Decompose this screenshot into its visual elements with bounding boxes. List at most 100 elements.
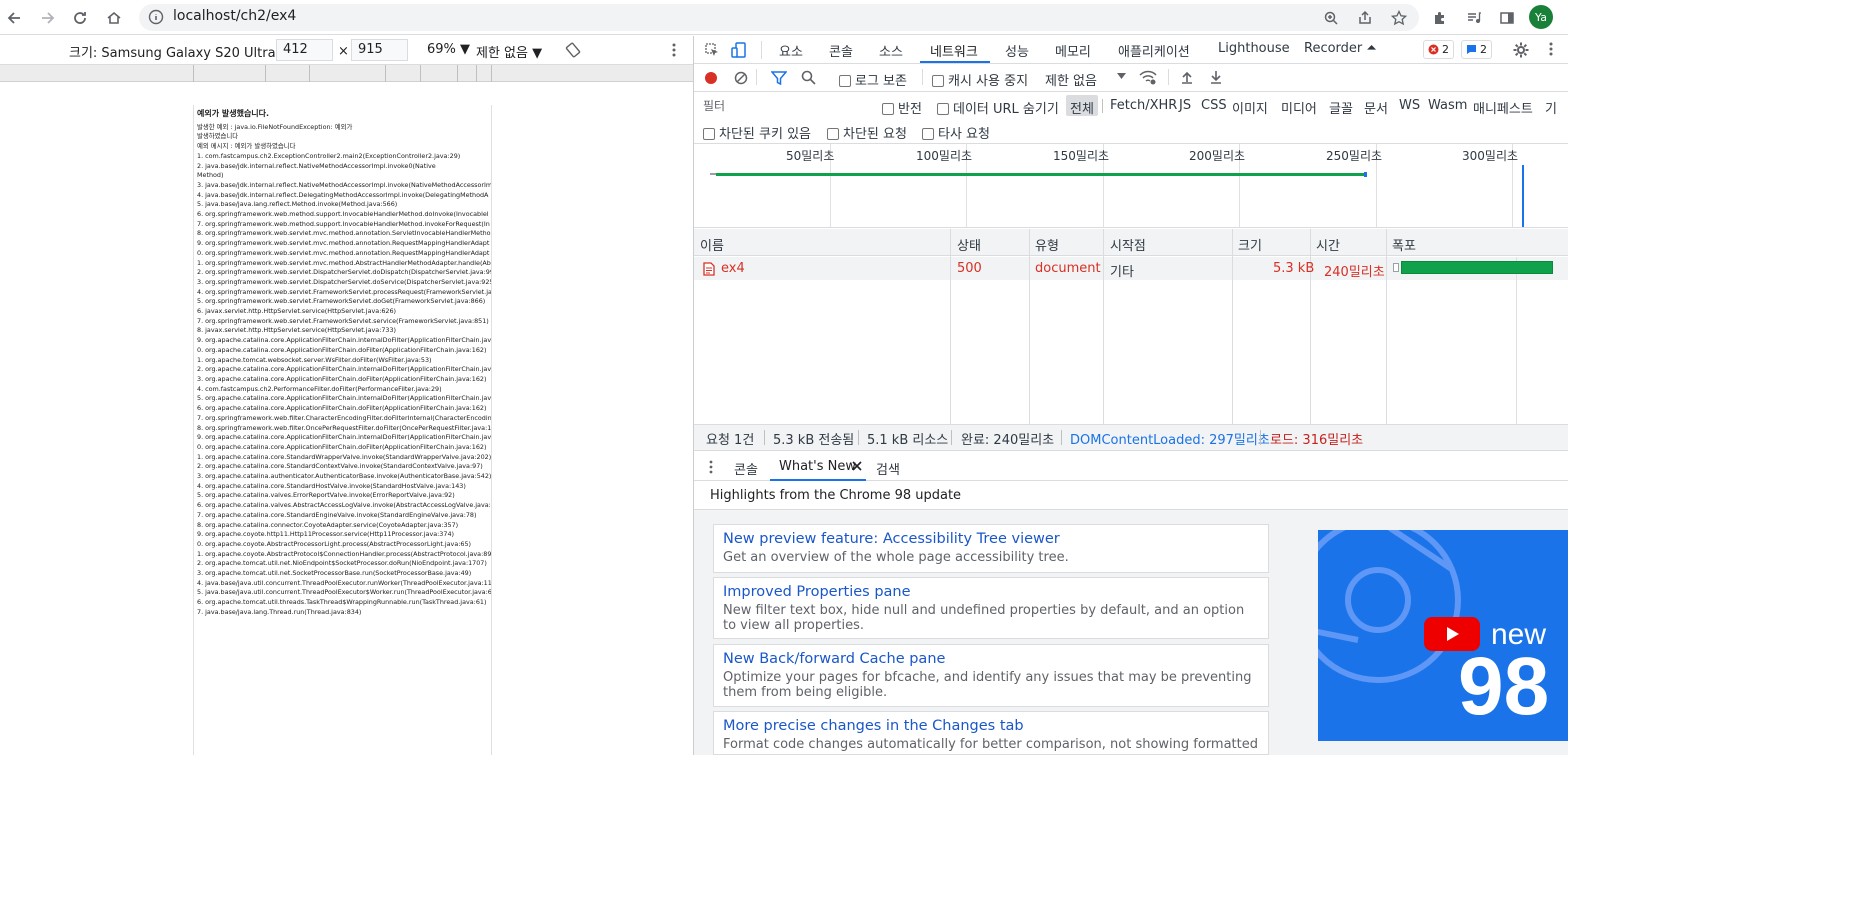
disable-cache-checkbox[interactable]: 캐시 사용 중지 [932, 70, 1028, 89]
error-page: 예외가 발생했습니다. 발생한 예외 : java.io.FileNotFoun… [193, 105, 492, 755]
settings-gear-icon[interactable] [1512, 41, 1530, 59]
tab-memory[interactable]: 메모리 [1055, 41, 1091, 60]
feature-card-title[interactable]: Improved Properties pane [723, 583, 1259, 601]
device-height-input[interactable]: 915 [351, 39, 408, 61]
search-icon[interactable] [801, 70, 816, 85]
hide-data-urls-checkbox[interactable]: 데이터 URL 숨기기 [937, 98, 1059, 117]
filter-type-css[interactable]: CSS [1201, 98, 1227, 113]
media-query-ruler[interactable] [0, 65, 693, 82]
site-info-icon[interactable] [148, 9, 164, 25]
stack-trace-line: 3. org.apache.catalina.authenticator.Aut… [197, 472, 492, 481]
address-bar[interactable] [139, 4, 1419, 31]
column-header-status[interactable]: 상태 [957, 235, 981, 254]
share-icon[interactable] [1353, 6, 1377, 30]
column-header-waterfall[interactable]: 폭포 [1392, 235, 1416, 254]
waterfall-bar[interactable] [1401, 261, 1553, 274]
request-name[interactable]: ex4 [721, 261, 745, 276]
drawer-tab-console[interactable]: 콘솔 [734, 459, 758, 478]
back-icon[interactable] [3, 6, 27, 30]
profile-avatar[interactable]: Ya [1529, 5, 1553, 29]
network-throttle-select[interactable]: 제한 없음 [1045, 70, 1097, 89]
feature-card[interactable]: More precise changes in the Changes tab … [713, 711, 1269, 755]
column-divider[interactable] [1232, 229, 1233, 424]
column-divider[interactable] [1386, 229, 1387, 424]
tab-network[interactable]: 네트워크 [930, 41, 978, 60]
filter-icon[interactable] [771, 71, 787, 85]
feature-card-title[interactable]: More precise changes in the Changes tab [723, 717, 1259, 735]
side-panel-icon[interactable] [1495, 6, 1519, 30]
close-tab-icon[interactable] [852, 461, 862, 471]
message-icon [1466, 44, 1477, 55]
timeline-tick-label: 150밀리초 [1053, 149, 1110, 163]
extensions-icon[interactable] [1428, 6, 1452, 30]
home-icon[interactable] [102, 6, 126, 30]
preserve-log-checkbox[interactable]: 로그 보존 [839, 70, 907, 89]
third-party-checkbox[interactable]: 타사 요청 [922, 123, 990, 142]
column-divider[interactable] [1310, 229, 1311, 424]
filter-type-font[interactable]: 글꼴 [1329, 98, 1353, 117]
filter-type-js[interactable]: JS [1179, 98, 1191, 113]
column-divider[interactable] [1103, 229, 1104, 424]
drawer-menu-icon[interactable] [707, 460, 715, 474]
rotate-icon[interactable] [565, 42, 581, 58]
forward-icon[interactable] [35, 6, 59, 30]
tab-performance[interactable]: 성능 [1005, 41, 1029, 60]
filter-type-manifest[interactable]: 매니페스트 [1473, 98, 1533, 117]
request-initiator: 기타 [1110, 265, 1134, 280]
url-text[interactable]: localhost/ch2/ex4 [173, 8, 296, 24]
message-count-badge[interactable]: 2 [1461, 40, 1492, 59]
tab-recorder[interactable]: Recorder ⏶ [1304, 41, 1377, 56]
column-header-size[interactable]: 크기 [1238, 235, 1262, 254]
inspect-element-icon[interactable] [704, 42, 720, 58]
media-controls-icon[interactable] [1462, 6, 1486, 30]
feature-card-title[interactable]: New Back/forward Cache pane [723, 650, 1259, 668]
reload-icon[interactable] [68, 6, 92, 30]
column-divider[interactable] [950, 229, 951, 424]
export-har-icon[interactable] [1209, 70, 1223, 84]
clear-icon[interactable] [734, 71, 748, 85]
filter-type-all[interactable]: 전체 [1070, 98, 1094, 117]
tab-console[interactable]: 콘솔 [829, 41, 853, 60]
column-header-name[interactable]: 이름 [700, 235, 724, 254]
bookmark-star-icon[interactable] [1387, 6, 1411, 30]
filter-type-ws[interactable]: WS [1399, 98, 1420, 113]
blocked-requests-checkbox[interactable]: 차단된 요청 [827, 123, 907, 142]
feature-card-title[interactable]: New preview feature: Accessibility Tree … [723, 530, 1259, 548]
column-header-time[interactable]: 시간 [1316, 235, 1340, 254]
filter-input[interactable]: 필터 [699, 95, 869, 115]
network-conditions-icon[interactable] [1139, 69, 1157, 85]
whats-new-video-thumbnail[interactable]: new 98 [1318, 530, 1568, 741]
import-har-icon[interactable] [1180, 70, 1194, 84]
dropdown-arrow-icon[interactable] [1117, 73, 1126, 80]
drawer-tab-whats-new[interactable]: What's New [779, 459, 856, 474]
error-count-badge[interactable]: 2 [1423, 40, 1454, 59]
stack-trace-line: 2. org.springframework.web.servlet.Dispa… [197, 268, 492, 277]
device-select[interactable]: 크기: Samsung Galaxy S20 Ultra ▼ [69, 42, 290, 61]
device-toggle-icon[interactable] [730, 41, 748, 59]
filter-type-wasm[interactable]: Wasm [1428, 98, 1467, 113]
column-divider[interactable] [1029, 229, 1030, 424]
zoom-select[interactable]: 69% ▼ [427, 42, 470, 57]
feature-card[interactable]: New preview feature: Accessibility Tree … [713, 524, 1269, 573]
tab-application[interactable]: 애플리케이션 [1118, 41, 1190, 60]
column-header-type[interactable]: 유형 [1035, 235, 1059, 254]
zoom-icon[interactable] [1319, 6, 1343, 30]
record-icon[interactable] [704, 71, 718, 85]
feature-card[interactable]: New Back/forward Cache pane Optimize you… [713, 644, 1269, 707]
tab-lighthouse[interactable]: Lighthouse [1218, 41, 1290, 56]
filter-type-fetch-xhr[interactable]: Fetch/XHR [1110, 98, 1177, 113]
invert-checkbox[interactable]: 반전 [882, 98, 922, 117]
throttle-select[interactable]: 제한 없음 ▼ [476, 42, 542, 61]
filter-type-img[interactable]: 이미지 [1232, 98, 1268, 117]
drawer-tab-search[interactable]: 검색 [876, 459, 900, 478]
blocked-cookies-checkbox[interactable]: 차단된 쿠키 있음 [703, 123, 811, 142]
tab-sources[interactable]: 소스 [879, 41, 903, 60]
filter-type-doc[interactable]: 문서 [1364, 98, 1388, 117]
column-header-initiator[interactable]: 시작점 [1110, 235, 1146, 254]
more-options-icon[interactable] [668, 42, 680, 58]
devtools-menu-icon[interactable] [1546, 41, 1556, 57]
tab-elements[interactable]: 요소 [779, 41, 803, 60]
filter-type-media[interactable]: 미디어 [1281, 98, 1317, 117]
device-width-input[interactable]: 412 [276, 39, 333, 61]
feature-card[interactable]: Improved Properties pane New filter text… [713, 577, 1269, 639]
